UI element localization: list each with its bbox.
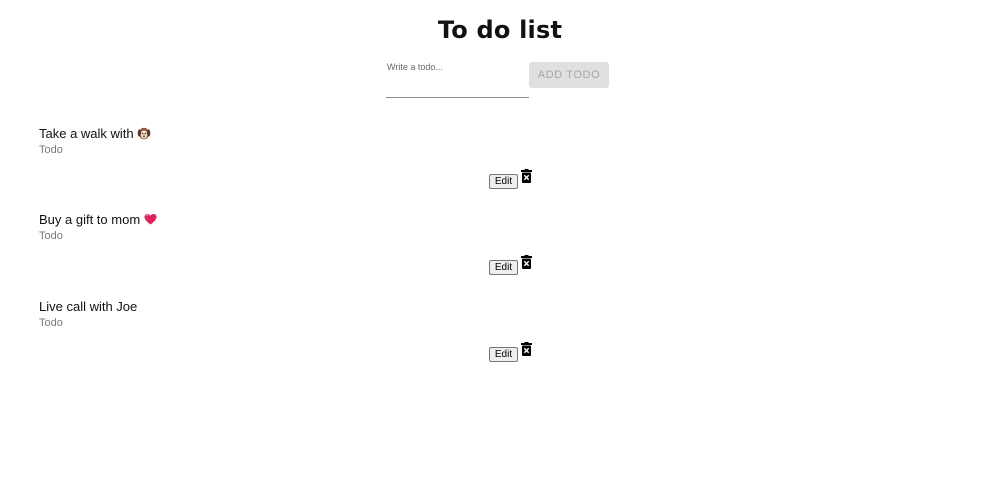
- trash-icon[interactable]: [521, 342, 532, 356]
- page-title: To do list: [437, 16, 563, 44]
- todo-text-label: Buy a gift to mom: [39, 212, 141, 227]
- todo-status: Todo: [39, 230, 63, 242]
- todo-item: Live call with Joe Todo Edit: [0, 299, 1000, 379]
- edit-button[interactable]: Edit: [489, 174, 518, 189]
- add-todo-button[interactable]: ADD TODO: [529, 62, 609, 88]
- todo-item: Take a walk with Todo Edit: [0, 126, 1000, 206]
- todo-status: Todo: [39, 144, 63, 156]
- todo-status: Todo: [39, 317, 63, 329]
- heart-emoji-icon: [143, 212, 158, 229]
- todo-input[interactable]: [386, 74, 529, 94]
- trash-icon[interactable]: [521, 255, 532, 269]
- trash-icon[interactable]: [521, 169, 532, 183]
- todo-item: Buy a gift to mom Todo Edit: [0, 212, 1000, 292]
- todo-text: Live call with Joe: [39, 299, 137, 314]
- todo-input-placeholder: Write a todo...: [387, 62, 443, 72]
- todo-text-label: Take a walk with: [39, 126, 134, 141]
- edit-button[interactable]: Edit: [489, 347, 518, 362]
- todo-input-field[interactable]: Write a todo...: [386, 60, 529, 98]
- todo-text: Buy a gift to mom: [39, 212, 158, 229]
- todo-text: Take a walk with: [39, 126, 151, 143]
- todo-text-label: Live call with Joe: [39, 299, 138, 314]
- dog-emoji-icon: [137, 126, 151, 143]
- edit-button[interactable]: Edit: [489, 260, 518, 275]
